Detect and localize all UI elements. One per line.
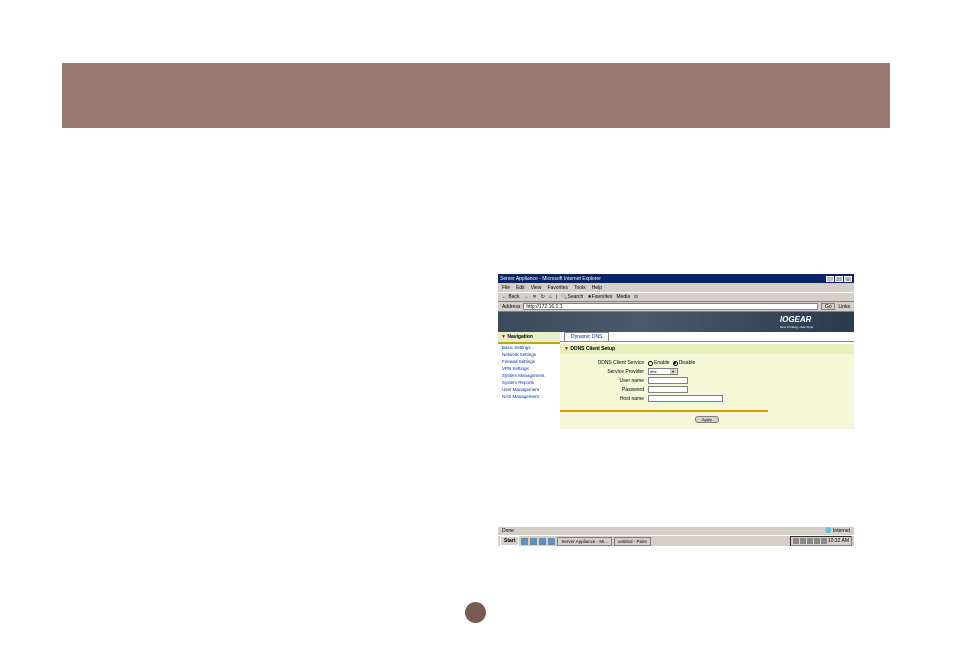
- links-label[interactable]: Links: [838, 304, 850, 310]
- address-input[interactable]: http://172.16.1.1: [523, 303, 818, 310]
- brand-logo: IOGEAR: [780, 315, 814, 324]
- username-label: User name: [570, 378, 648, 384]
- menu-file[interactable]: File: [502, 285, 510, 291]
- task-button-paint[interactable]: untitled - Paint: [614, 537, 651, 546]
- sidebar-item-system-mgmt[interactable]: System Management: [498, 372, 560, 379]
- menu-favorites[interactable]: Favorites: [547, 285, 568, 291]
- home-button[interactable]: ⌂: [549, 294, 552, 300]
- tab-dynamic-dns[interactable]: Dynamic DNS: [564, 332, 609, 341]
- page-number-circle: [465, 602, 486, 623]
- clock: 10:32 AM: [828, 538, 849, 544]
- enable-label: Enable: [654, 360, 670, 366]
- address-label: Address: [502, 304, 520, 310]
- quicklaunch-icon[interactable]: [521, 538, 528, 545]
- minimize-button[interactable]: _: [826, 276, 834, 282]
- browser-screenshot: Server Appliance - Microsoft Internet Ex…: [498, 274, 854, 544]
- hostname-input[interactable]: [648, 395, 723, 402]
- page-content: IOGEAR New Thinking. New Style. Navigati…: [498, 312, 854, 526]
- nav-header: Navigation: [498, 332, 560, 344]
- sidebar: Navigation Basic Settings Network Settin…: [498, 332, 560, 526]
- main-panel: Dynamic DNS DDNS Client Setup DDNS Clien…: [560, 332, 854, 526]
- sidebar-item-user-mgmt[interactable]: User Management: [498, 386, 560, 393]
- favorites-button[interactable]: ★Favorites: [587, 294, 612, 300]
- quicklaunch-icon[interactable]: [539, 538, 546, 545]
- statusbar: Done 🌐 Internet: [498, 526, 854, 535]
- window-title: Server Appliance - Microsoft Internet Ex…: [500, 276, 601, 282]
- system-tray: 10:32 AM: [790, 536, 852, 546]
- forward-button[interactable]: →: [524, 294, 529, 300]
- username-input[interactable]: [648, 377, 688, 384]
- sidebar-item-network[interactable]: Network Settings: [498, 351, 560, 358]
- brand-tagline: New Thinking. New Style.: [780, 325, 814, 329]
- menubar: File Edit View Favorites Tools Help: [498, 283, 854, 292]
- back-button[interactable]: ← Back: [502, 294, 520, 300]
- history-button[interactable]: ⊙: [634, 294, 638, 300]
- tray-icon[interactable]: [793, 538, 799, 544]
- sidebar-item-basic[interactable]: Basic Settings: [498, 344, 560, 351]
- window-titlebar: Server Appliance - Microsoft Internet Ex…: [498, 274, 854, 283]
- enable-radio[interactable]: [648, 361, 653, 366]
- ddns-service-label: DDNS Client Service: [570, 360, 648, 366]
- menu-view[interactable]: View: [531, 285, 542, 291]
- media-button[interactable]: Media: [616, 294, 630, 300]
- sidebar-item-nas[interactable]: NAS Management: [498, 393, 560, 400]
- tray-icon[interactable]: [800, 538, 806, 544]
- disable-label: Disable: [679, 360, 696, 366]
- password-label: Password: [570, 387, 648, 393]
- hostname-label: Host name: [570, 396, 648, 402]
- menu-tools[interactable]: Tools: [574, 285, 586, 291]
- status-zone: 🌐 Internet: [825, 528, 850, 534]
- logo-band: IOGEAR New Thinking. New Style.: [498, 312, 854, 332]
- password-input[interactable]: [648, 386, 688, 393]
- sidebar-item-firewall[interactable]: Firewall Settings: [498, 358, 560, 365]
- go-button[interactable]: Go: [821, 303, 835, 310]
- maximize-button[interactable]: □: [835, 276, 843, 282]
- apply-button[interactable]: Apply: [695, 416, 719, 423]
- tray-icon[interactable]: [821, 538, 827, 544]
- header-band: [62, 63, 890, 128]
- tray-icon[interactable]: [814, 538, 820, 544]
- ddns-form: DDNS Client Service Enable Disable: [560, 354, 768, 410]
- start-button[interactable]: Start: [500, 536, 519, 546]
- refresh-button[interactable]: ↻: [541, 294, 545, 300]
- addressbar: Address http://172.16.1.1 Go Links: [498, 302, 854, 312]
- section-header: DDNS Client Setup: [560, 344, 854, 354]
- sidebar-item-reports[interactable]: System Reports: [498, 379, 560, 386]
- tab-bar: Dynamic DNS: [560, 332, 854, 342]
- menu-edit[interactable]: Edit: [516, 285, 525, 291]
- status-done: Done: [502, 528, 514, 534]
- search-button[interactable]: 🔍Search: [561, 294, 583, 300]
- sidebar-item-vpn[interactable]: VPN Settings: [498, 365, 560, 372]
- menu-help[interactable]: Help: [592, 285, 602, 291]
- provider-select[interactable]: dhs ▾: [648, 368, 678, 375]
- tray-icon[interactable]: [807, 538, 813, 544]
- quicklaunch-icon[interactable]: [530, 538, 537, 545]
- close-button[interactable]: ×: [844, 276, 852, 282]
- task-button-browser[interactable]: Server Appliance - Mi...: [557, 537, 612, 546]
- taskbar: Start Server Appliance - Mi... untitled …: [498, 535, 854, 546]
- provider-label: Service Provider: [570, 369, 648, 375]
- toolbar: ← Back → ✕ ↻ ⌂ | 🔍Search ★Favorites Medi…: [498, 292, 854, 302]
- disable-radio[interactable]: [673, 361, 678, 366]
- quicklaunch-icon[interactable]: [548, 538, 555, 545]
- stop-button[interactable]: ✕: [533, 294, 537, 300]
